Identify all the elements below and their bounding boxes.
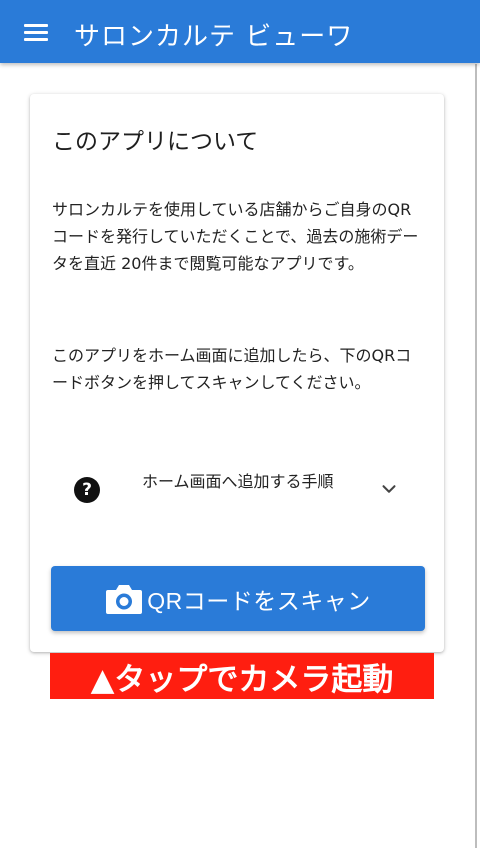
description-paragraph: サロンカルテを使用している店舗からご自身のQRコードを発行していただくことで、過…	[52, 200, 419, 273]
scrollbar-edge	[475, 64, 477, 848]
scan-button-label: QRコードをスキャン	[147, 587, 371, 614]
hamburger-menu-icon[interactable]	[24, 24, 48, 42]
help-circle-icon: ?	[74, 477, 100, 503]
add-to-home-expander[interactable]: ? ホーム画面へ追加する手順	[30, 460, 444, 530]
expander-label: ホーム画面へ追加する手順	[142, 472, 334, 491]
scan-qr-button[interactable]: QRコードをスキャン	[51, 566, 425, 631]
app-title: サロンカルテ ビューワ	[74, 22, 354, 52]
app-bar: サロンカルテ ビューワ	[0, 0, 480, 63]
chevron-down-icon	[382, 485, 396, 493]
card-title: このアプリについて	[52, 129, 259, 155]
tap-hint-banner: ▲タップでカメラ起動	[50, 653, 434, 699]
instruction-paragraph: このアプリをホーム画面に追加したら、下のQRコードボタンを押してスキャンしてくだ…	[52, 346, 412, 392]
camera-icon	[106, 584, 143, 614]
about-card: このアプリについて サロンカルテを使用している店舗からご自身のQRコードを発行し…	[30, 94, 444, 652]
